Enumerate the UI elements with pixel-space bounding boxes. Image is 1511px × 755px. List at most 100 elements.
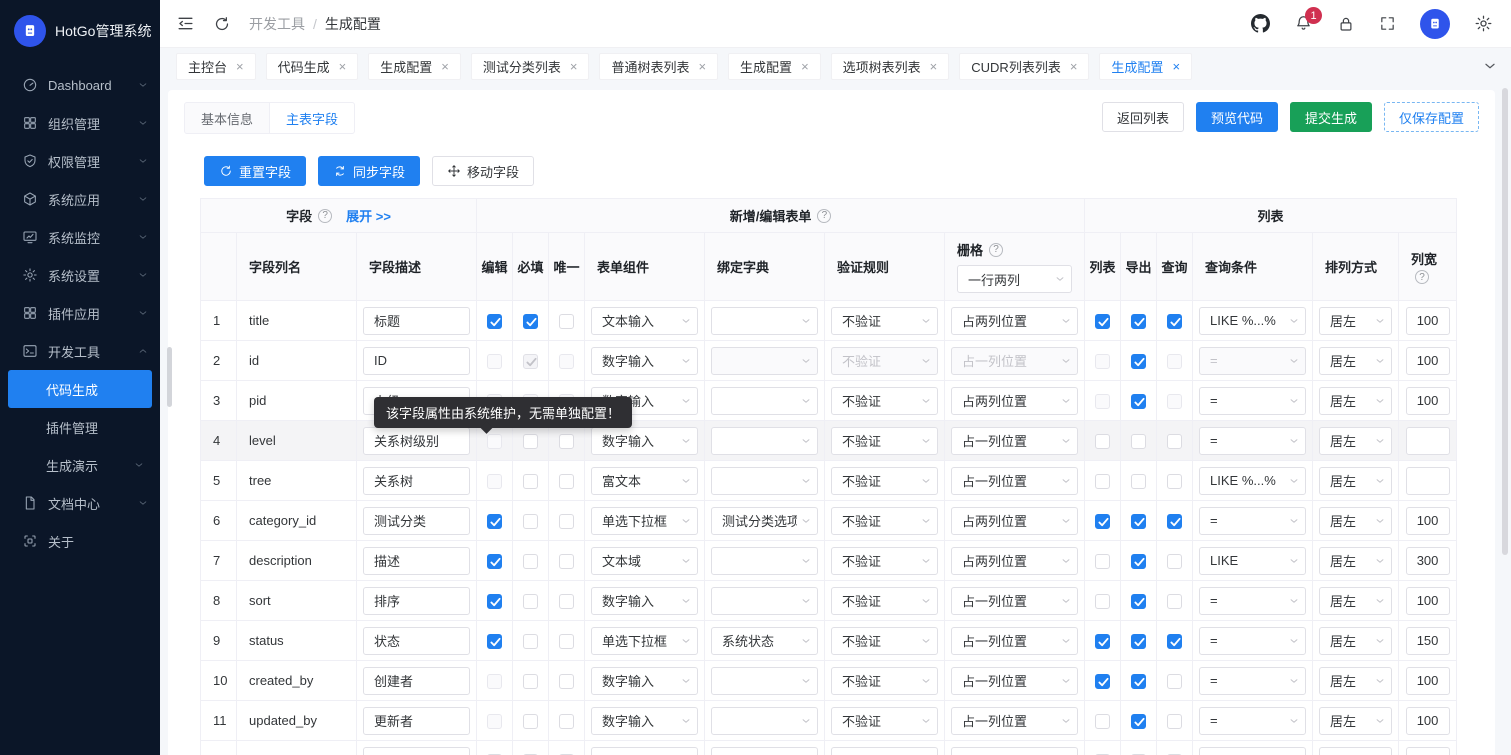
unique-checkbox[interactable]: [559, 514, 574, 529]
page-scrollbar[interactable]: [1502, 88, 1508, 555]
export-checkbox[interactable]: [1131, 434, 1146, 449]
align-select[interactable]: 居左: [1319, 547, 1392, 575]
query-cond-select[interactable]: LIKE %...%: [1199, 467, 1306, 495]
component-select[interactable]: 数字输入: [591, 347, 698, 375]
dict-select[interactable]: 系统状态: [711, 627, 818, 655]
align-select[interactable]: 居左: [1319, 307, 1392, 335]
query-checkbox[interactable]: [1167, 674, 1182, 689]
desc-input[interactable]: 状态: [363, 627, 470, 655]
dict-select[interactable]: [711, 747, 818, 755]
edit-checkbox[interactable]: [487, 434, 502, 449]
lock-screen-icon[interactable]: [1337, 15, 1355, 33]
list-checkbox[interactable]: [1095, 674, 1110, 689]
required-checkbox[interactable]: [523, 514, 538, 529]
export-checkbox[interactable]: [1131, 634, 1146, 649]
breadcrumb-parent[interactable]: 开发工具: [249, 14, 305, 34]
button-移动字段[interactable]: 移动字段: [432, 156, 534, 186]
query-checkbox[interactable]: [1167, 634, 1182, 649]
export-checkbox[interactable]: [1131, 594, 1146, 609]
tab-chip-普通树表列表[interactable]: 普通树表列表×: [599, 53, 718, 80]
rule-select[interactable]: 不验证: [831, 467, 938, 495]
tab-chip-选项树表列表[interactable]: 选项树表列表×: [831, 53, 950, 80]
component-select[interactable]: 单选下拉框: [591, 507, 698, 535]
page-tab-主表字段[interactable]: 主表字段: [269, 102, 355, 134]
required-checkbox[interactable]: [523, 634, 538, 649]
align-select[interactable]: [1319, 747, 1392, 755]
align-select[interactable]: 居左: [1319, 347, 1392, 375]
align-select[interactable]: 居左: [1319, 707, 1392, 735]
edit-checkbox[interactable]: [487, 314, 502, 329]
edit-checkbox[interactable]: [487, 514, 502, 529]
width-input[interactable]: [1406, 427, 1450, 455]
component-select[interactable]: 单选下拉框: [591, 627, 698, 655]
export-checkbox[interactable]: [1131, 394, 1146, 409]
component-select[interactable]: 文本输入: [591, 307, 698, 335]
width-input[interactable]: 100: [1406, 307, 1450, 335]
tabs-collapse-button[interactable]: [1483, 59, 1497, 73]
close-icon[interactable]: ×: [236, 60, 244, 73]
desc-input[interactable]: 排序: [363, 587, 470, 615]
width-input[interactable]: 150: [1406, 627, 1450, 655]
rule-select[interactable]: 不验证: [831, 387, 938, 415]
width-input[interactable]: 100: [1406, 507, 1450, 535]
grid-select[interactable]: 占两列位置: [951, 507, 1078, 535]
query-checkbox[interactable]: [1167, 554, 1182, 569]
unique-checkbox[interactable]: [559, 474, 574, 489]
sidebar-subitem-代码生成[interactable]: 代码生成: [8, 370, 152, 408]
query-checkbox[interactable]: [1167, 314, 1182, 329]
edit-checkbox[interactable]: [487, 354, 502, 369]
query-cond-select[interactable]: LIKE: [1199, 547, 1306, 575]
tab-chip-生成配置[interactable]: 生成配置×: [368, 53, 461, 80]
edit-checkbox[interactable]: [487, 554, 502, 569]
required-checkbox[interactable]: [523, 674, 538, 689]
unique-checkbox[interactable]: [559, 594, 574, 609]
width-input[interactable]: [1406, 467, 1450, 495]
required-checkbox[interactable]: [523, 314, 538, 329]
align-select[interactable]: 居左: [1319, 627, 1392, 655]
button-提交生成[interactable]: 提交生成: [1290, 102, 1372, 132]
grid-select[interactable]: 占一列位置: [951, 467, 1078, 495]
unique-checkbox[interactable]: [559, 714, 574, 729]
fullscreen-icon[interactable]: [1379, 15, 1396, 32]
query-checkbox[interactable]: [1167, 474, 1182, 489]
query-checkbox[interactable]: [1167, 594, 1182, 609]
sidebar-item-插件应用[interactable]: 插件应用: [0, 294, 160, 332]
desc-input[interactable]: 创建者: [363, 667, 470, 695]
dict-select[interactable]: [711, 347, 818, 375]
notifications-button[interactable]: 1: [1294, 14, 1313, 33]
sidebar-item-系统应用[interactable]: 系统应用: [0, 180, 160, 218]
component-select[interactable]: 数字输入: [591, 667, 698, 695]
close-icon[interactable]: ×: [570, 60, 578, 73]
component-select[interactable]: 文本域: [591, 547, 698, 575]
close-icon[interactable]: ×: [1172, 60, 1180, 73]
export-checkbox[interactable]: [1131, 674, 1146, 689]
button-预览代码[interactable]: 预览代码: [1196, 102, 1278, 132]
required-checkbox[interactable]: [523, 594, 538, 609]
align-select[interactable]: 居左: [1319, 467, 1392, 495]
list-checkbox[interactable]: [1095, 554, 1110, 569]
required-checkbox[interactable]: [523, 434, 538, 449]
desc-input[interactable]: ID: [363, 347, 470, 375]
edit-checkbox[interactable]: [487, 634, 502, 649]
edit-checkbox[interactable]: [487, 674, 502, 689]
list-checkbox[interactable]: [1095, 514, 1110, 529]
query-cond-select[interactable]: =: [1199, 707, 1306, 735]
sidebar-subitem-生成演示[interactable]: 生成演示: [8, 446, 152, 484]
close-icon[interactable]: ×: [1070, 60, 1078, 73]
query-cond-select[interactable]: =: [1199, 507, 1306, 535]
dict-select[interactable]: [711, 387, 818, 415]
rule-select[interactable]: 不验证: [831, 307, 938, 335]
list-checkbox[interactable]: [1095, 434, 1110, 449]
sidebar-item-文档中心[interactable]: 文档中心: [0, 484, 160, 522]
component-select[interactable]: [591, 747, 698, 755]
tab-chip-生成配置[interactable]: 生成配置×: [728, 53, 821, 80]
export-checkbox[interactable]: [1131, 514, 1146, 529]
width-input[interactable]: 100: [1406, 707, 1450, 735]
desc-input[interactable]: 更新者: [363, 707, 470, 735]
grid-select[interactable]: 占一列位置: [951, 587, 1078, 615]
query-checkbox[interactable]: [1167, 354, 1182, 369]
rule-select[interactable]: 不验证: [831, 587, 938, 615]
rule-select[interactable]: 不验证: [831, 667, 938, 695]
width-input[interactable]: 100: [1406, 667, 1450, 695]
tab-chip-生成配置[interactable]: 生成配置×: [1099, 53, 1192, 80]
